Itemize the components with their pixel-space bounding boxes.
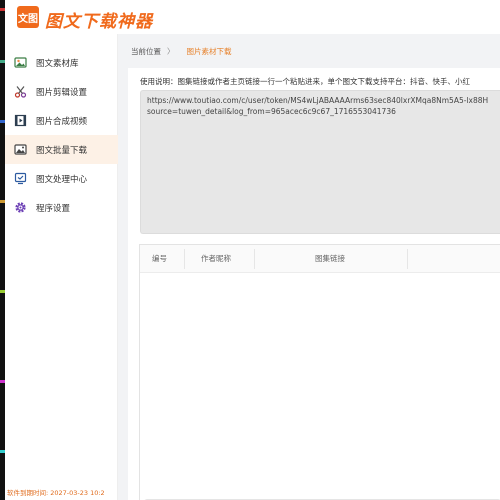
column-header-gallery-link[interactable]: 图集链接 (315, 245, 345, 273)
image-library-icon (14, 56, 27, 69)
scissors-icon (14, 85, 27, 98)
breadcrumb-current: 图片素材下载 (186, 46, 232, 56)
column-divider (254, 249, 255, 269)
sidebar-item-label: 图文批量下载 (36, 145, 88, 156)
download-panel: 使用说明：图集链接或作者主页链接一行一个粘贴进来，单个图文下载支持平台：抖音、快… (128, 68, 500, 500)
sidebar-item-image-edit-settings[interactable]: 图片剪辑设置 (5, 77, 118, 106)
sidebar-item-material-library[interactable]: 图文素材库 (5, 48, 118, 77)
sidebar-item-program-settings[interactable]: 程序设置 (5, 193, 118, 222)
sidebar: 图文素材库 图片剪辑设置 图片合成视频 图文批量下载 图文处理中心 程序设置 软… (5, 34, 118, 500)
main-content: 当前位置 〉 图片素材下载 使用说明：图集链接或作者主页链接一行一个粘贴进来，单… (118, 34, 500, 500)
sidebar-item-label: 图片剪辑设置 (36, 87, 88, 98)
column-divider (407, 249, 408, 269)
link-input-textarea[interactable]: https://www.toutiao.com/c/user/token/MS4… (140, 90, 500, 234)
breadcrumb-separator: 〉 (167, 46, 175, 56)
sidebar-item-processing-center[interactable]: 图文处理中心 (5, 164, 118, 193)
license-expiry-text: 软件到期时间: 2027-03-23 10:2 (7, 489, 105, 497)
batch-download-icon (14, 143, 27, 156)
app-header: 文图 图文下载神器 (5, 0, 500, 34)
sidebar-item-label: 程序设置 (36, 203, 71, 214)
app-title: 图文下载神器 (45, 12, 153, 32)
gear-icon (14, 201, 27, 214)
sidebar-item-label: 图片合成视频 (36, 116, 88, 127)
table-header: 编号 作者昵称 图集链接 (140, 245, 500, 273)
sidebar-item-batch-download[interactable]: 图文批量下载 (5, 135, 118, 164)
video-compose-icon (14, 114, 27, 127)
results-table: 编号 作者昵称 图集链接 ◂ (139, 244, 500, 500)
column-divider (184, 249, 185, 269)
column-header-author[interactable]: 作者昵称 (201, 245, 231, 273)
breadcrumb-home[interactable]: 当前位置 (131, 46, 161, 57)
app-logo: 文图 (17, 6, 39, 28)
sidebar-item-image-to-video[interactable]: 图片合成视频 (5, 106, 118, 135)
sidebar-item-label: 图文处理中心 (36, 174, 88, 185)
breadcrumb: 当前位置 〉 图片素材下载 (118, 34, 500, 68)
column-header-number[interactable]: 编号 (152, 245, 167, 273)
sidebar-item-label: 图文素材库 (36, 58, 79, 69)
usage-instructions: 使用说明：图集链接或作者主页链接一行一个粘贴进来，单个图文下载支持平台：抖音、快… (140, 77, 470, 86)
processing-center-icon (14, 172, 27, 185)
